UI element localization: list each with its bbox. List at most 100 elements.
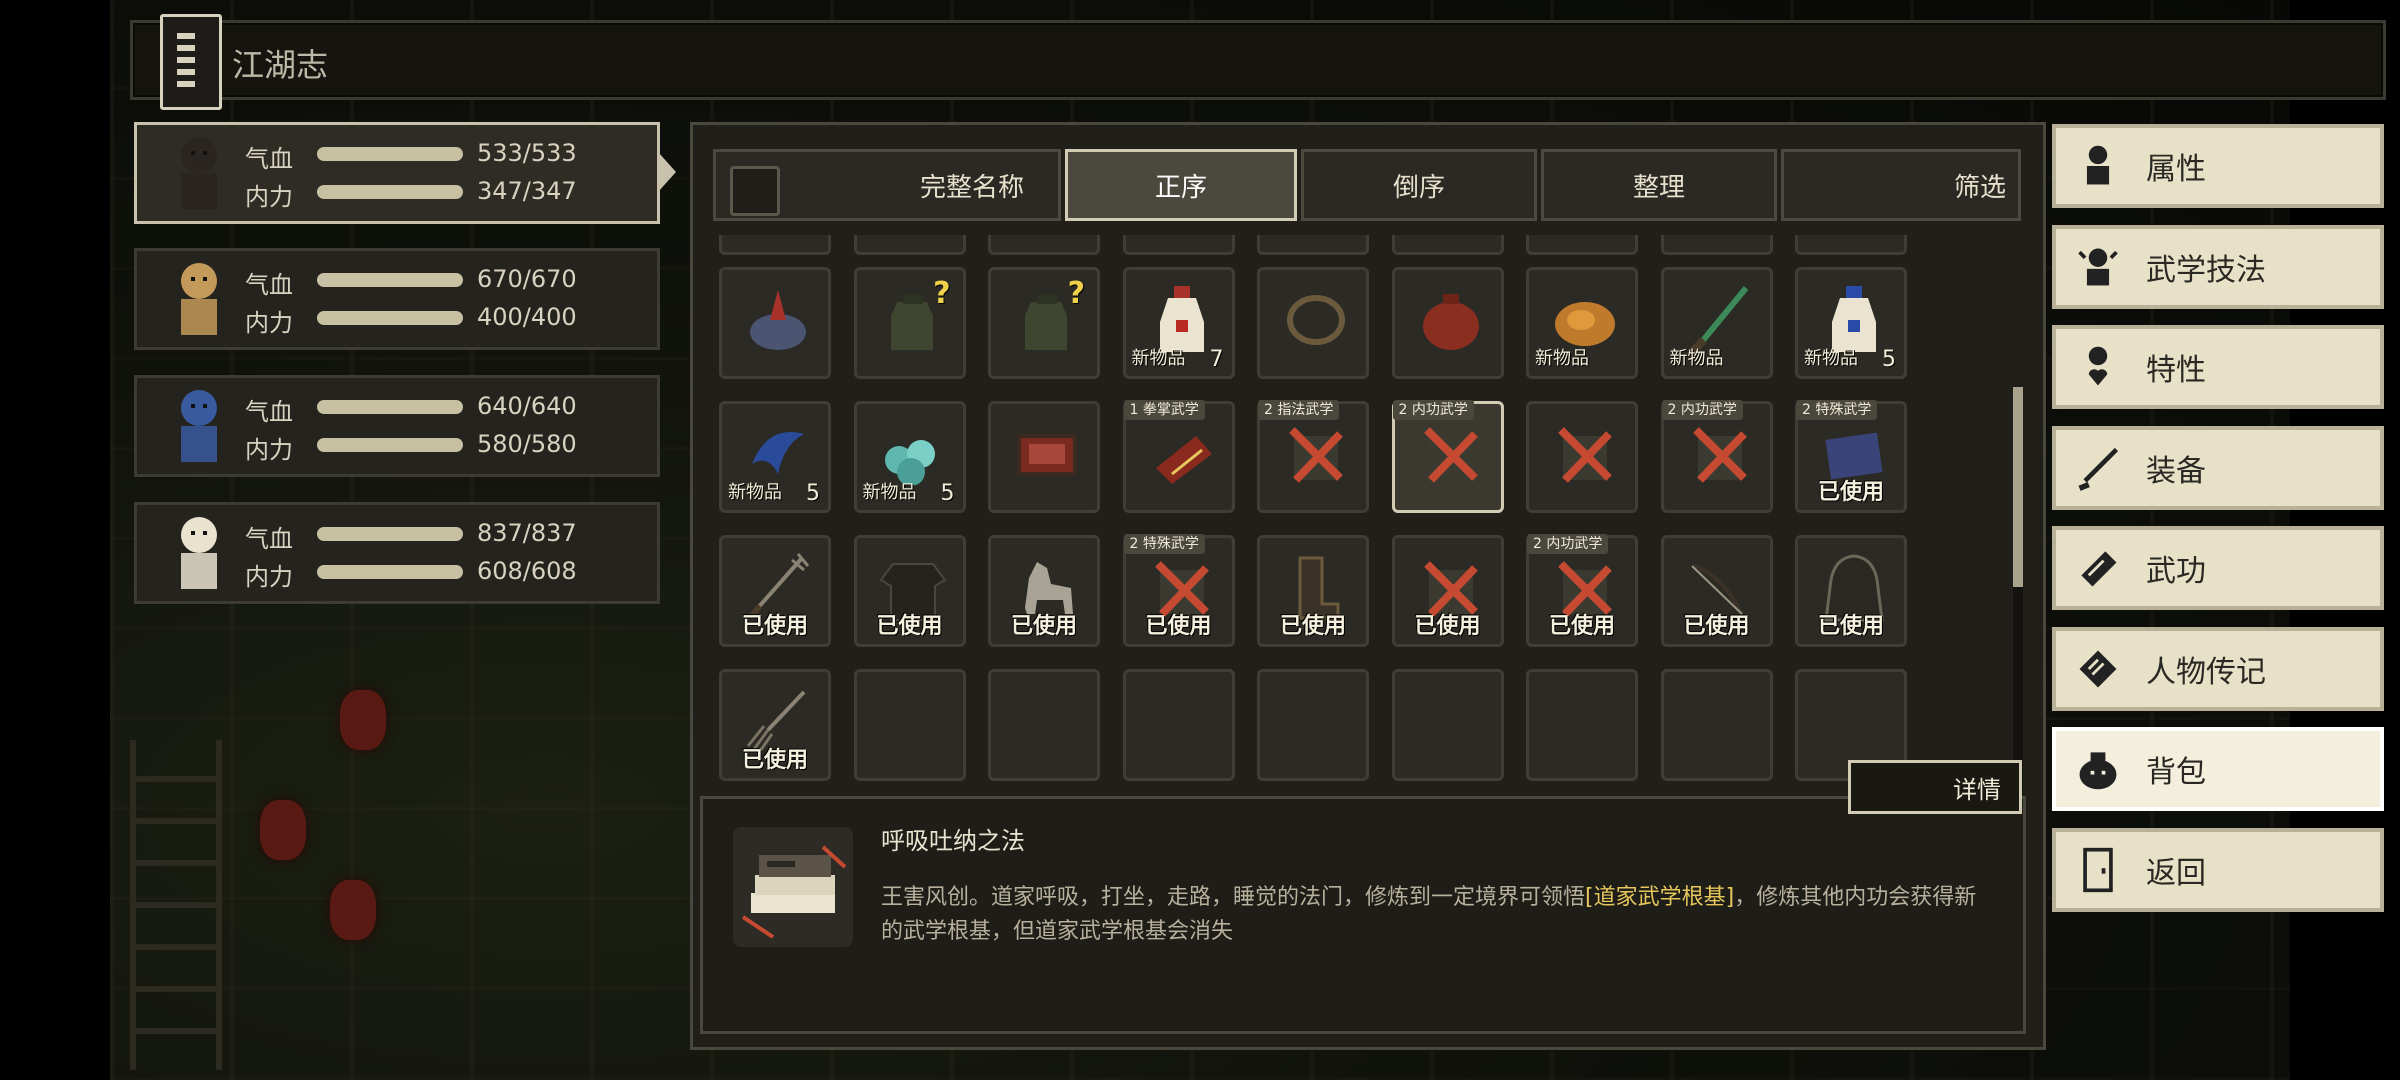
menu-label: 装备 [2146,453,2206,489]
mp-label: 内力 [245,183,293,211]
inventory-slot[interactable]: 新物品 [1660,267,1773,379]
inventory-slot[interactable] [988,235,1100,255]
menu-button[interactable]: 武学技法 [2052,224,2384,309]
hp-label: 气血 [245,271,293,299]
item-count: 5 [1882,347,1896,372]
menu-button[interactable]: 特性 [2052,325,2384,409]
inventory-slot[interactable] [1257,267,1369,379]
inventory-slot[interactable]: 新物品 [1526,267,1638,379]
menu-button[interactable]: 背包 [2052,727,2384,811]
party-member-card[interactable]: 气血 670/670 内力 400/400 [134,248,660,350]
inventory-slot[interactable]: 已使用 [1795,535,1907,647]
used-label: 已使用 [1279,614,1346,639]
inventory-slot[interactable] [1122,235,1235,255]
inventory-slot[interactable]: 2 指法武学 [1257,400,1369,513]
inventory-slot[interactable]: 已使用 [1391,535,1504,647]
filter-button[interactable]: 筛选 [1781,149,2021,221]
inventory-slot[interactable] [853,235,966,255]
party-member-card[interactable]: 气血 640/640 内力 580/580 [134,375,660,477]
inventory-slot[interactable]: 已使用 [988,535,1100,647]
inventory-slot[interactable] [1257,235,1369,255]
category-tag: 1 拳掌武学 [1123,400,1205,420]
used-label: 已使用 [1145,614,1212,639]
unknown-badge: ? [933,276,951,311]
category-tag: 2 内功武学 [1661,400,1743,420]
empty-inventory-slot[interactable] [853,669,966,781]
book-icon [2072,542,2124,594]
full-name-checkbox[interactable] [730,166,780,216]
inventory-slot[interactable]: 2 内功武学 [1391,400,1504,513]
party-member-card[interactable]: 气血 837/837 内力 608/608 [134,502,660,604]
inventory-slot[interactable]: 已使用 [719,669,831,781]
selected-member-arrow-icon [658,152,676,192]
inventory-slot[interactable] [1391,235,1504,255]
inventory-slot[interactable]: 2 内功武学 已使用 [1526,534,1638,647]
hp-value: 837/837 [477,519,577,547]
inventory-slot[interactable] [1660,235,1773,255]
scroll-icon [2072,643,2124,695]
used-label: 已使用 [1817,480,1884,505]
inventory-slot[interactable]: 2 特殊武学已使用 [1795,400,1907,513]
unknown-badge: ? [1067,276,1085,311]
inventory-slot[interactable] [1526,235,1638,255]
new-item-label: 新物品 [1535,348,1589,369]
trait-heart-icon [2072,341,2124,393]
inventory-slot[interactable]: 1 拳掌武学 [1122,400,1235,513]
inventory-slot[interactable]: 新物品 7 [1122,267,1235,379]
full-name-toggle[interactable]: 完整名称 [713,149,1061,221]
stacked-books-icon [733,827,853,947]
sort-ascending-button[interactable]: 正序 [1065,149,1297,221]
menu-button[interactable]: 属性 [2052,124,2384,208]
inventory-slot[interactable]: ? [988,267,1100,379]
hp-bar [317,147,463,161]
empty-inventory-slot[interactable] [988,669,1100,781]
category-tag: 2 特殊武学 [1796,400,1878,420]
item-count: 5 [806,481,820,506]
inventory-slot[interactable]: 新物品 5 [719,401,831,513]
item-count: 7 [1209,347,1224,372]
menu-button[interactable]: 装备 [2052,425,2384,510]
hp-label: 气血 [245,525,293,553]
bag-icon [2072,743,2124,795]
inventory-slot[interactable] [719,235,831,255]
empty-inventory-slot[interactable] [1660,669,1773,781]
party-member-card[interactable]: 气血 533/533 内力 347/347 [134,122,660,224]
used-label: 已使用 [876,614,943,639]
menu-button[interactable]: 人物传记 [2052,626,2384,711]
scroll-thumb[interactable] [2013,387,2023,587]
inventory-slot[interactable] [988,401,1100,513]
inventory-slot[interactable]: 2 特殊武学 已使用 [1122,534,1235,647]
page-title: 江湖志 [232,46,329,84]
mp-label: 内力 [245,309,293,337]
menu-button[interactable]: 武功 [2052,526,2384,610]
inventory-slot[interactable] [1391,267,1504,379]
inventory-slot[interactable]: 已使用 [1257,535,1369,647]
new-item-label: 新物品 [1669,348,1724,369]
hp-value: 670/670 [477,265,577,293]
detail-button[interactable]: 详情 [1848,760,2022,814]
character-portrait [145,382,253,470]
menu-label: 武功 [2146,554,2206,589]
inventory-slot[interactable]: ? [853,267,966,379]
empty-inventory-slot[interactable] [1391,669,1504,781]
inventory-slot[interactable]: 已使用 [1660,535,1773,647]
new-item-label: 新物品 [862,482,917,503]
organize-button[interactable]: 整理 [1541,149,1777,221]
inventory-slot[interactable]: 已使用 [719,535,831,647]
item-description: 王害风创。道家呼吸，打坐，走路，睡觉的法门，修炼到一定境界可领悟[道家武学根基]… [881,881,1981,949]
empty-inventory-slot[interactable] [1122,669,1235,781]
inventory-slot[interactable] [719,267,831,379]
sort-descending-button[interactable]: 倒序 [1301,149,1537,221]
inventory-slot[interactable] [1526,401,1638,513]
inventory-slot[interactable]: 新物品 5 [1795,267,1907,379]
inventory-slot[interactable] [1795,235,1907,255]
empty-inventory-slot[interactable] [1257,669,1369,781]
menu-button[interactable]: 返回 [2052,827,2384,912]
empty-inventory-slot[interactable] [1526,669,1638,781]
character-portrait [145,129,253,217]
mp-bar [317,185,463,199]
inventory-slot[interactable]: 新物品 5 [853,401,966,513]
inventory-slot[interactable]: 2 内功武学 [1660,400,1773,513]
inventory-slot[interactable]: 已使用 [853,535,966,647]
door-icon [2072,844,2124,896]
